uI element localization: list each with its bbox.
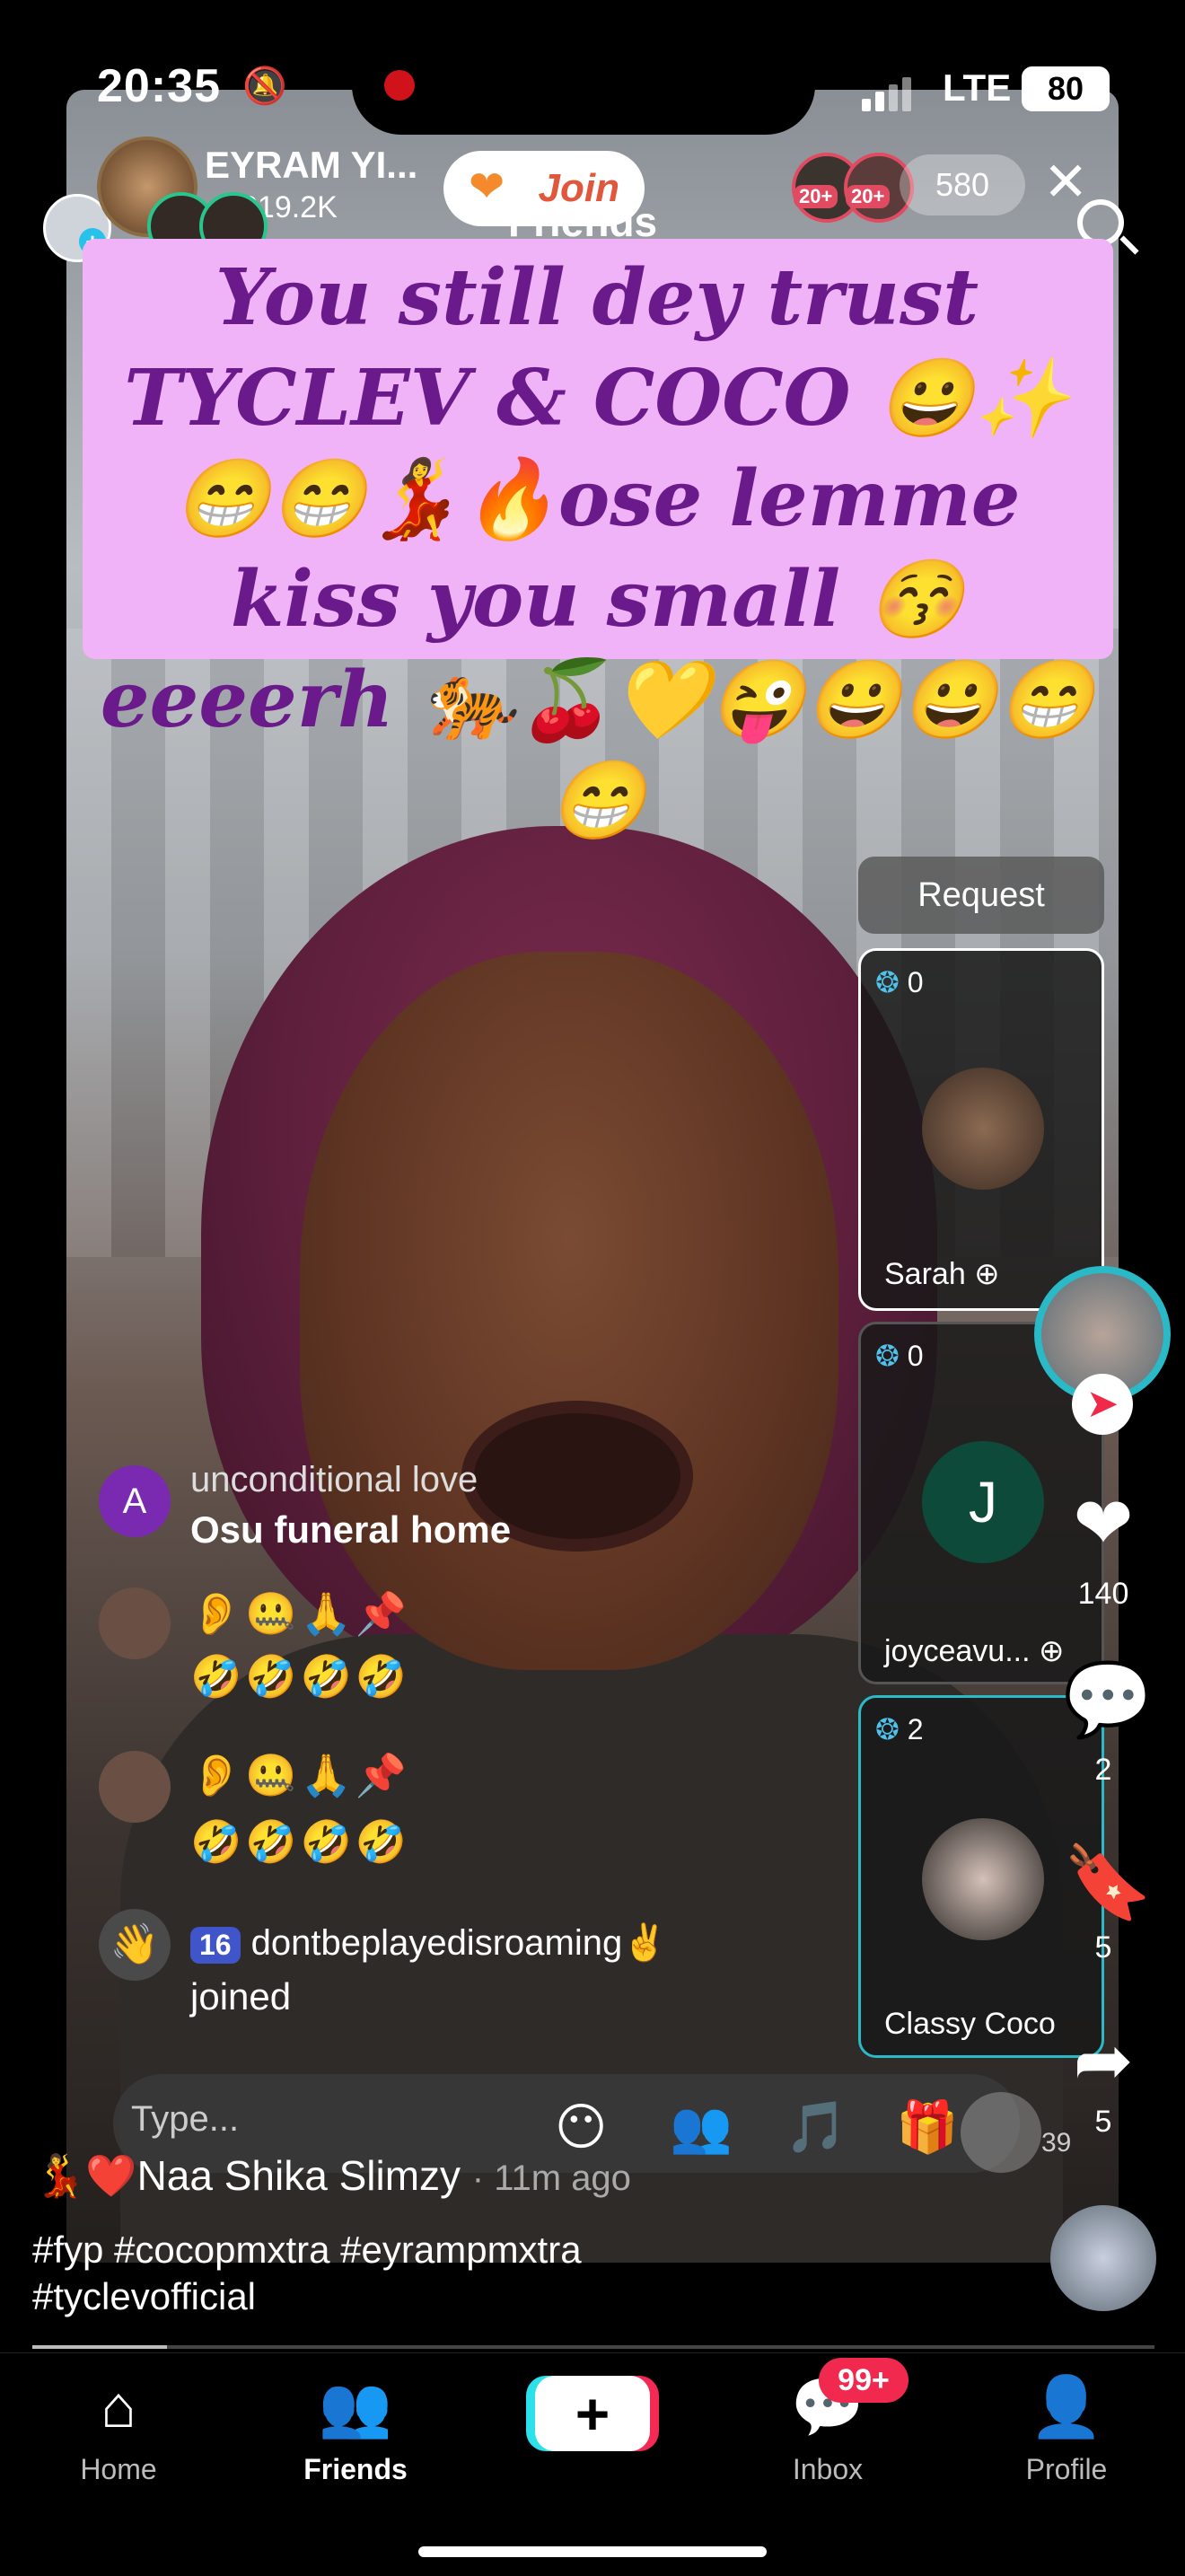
guest-name: Sarah ⊕ xyxy=(884,1257,1000,1291)
streamer-face xyxy=(300,952,838,1670)
like-icon[interactable]: ❤ xyxy=(1063,1481,1144,1565)
inbox-badge: 99+ xyxy=(819,2358,908,2403)
friends-icon: 👥 xyxy=(318,2373,393,2440)
home-icon: ⌂ xyxy=(101,2373,136,2440)
wave-icon: 👋 xyxy=(99,1909,171,1981)
guest-avatar xyxy=(922,1068,1044,1190)
live-redirect-icon[interactable]: ➤ xyxy=(1072,1374,1133,1435)
home-indicator xyxy=(418,2546,767,2557)
battery-indicator: 80 xyxy=(1022,66,1110,111)
author-line[interactable]: 💃❤️Naa Shika Slimzy · 11m ago xyxy=(34,2151,631,2201)
gift-icon[interactable]: 🎁 xyxy=(896,2097,959,2157)
guest-name: Classy Coco xyxy=(884,2007,1056,2041)
viewer-badge-2: 20+ xyxy=(846,185,891,208)
gem-score: ❂ 0 xyxy=(875,966,924,998)
guest-tile-sarah[interactable]: ❂ 0 Sarah ⊕ xyxy=(858,948,1104,1311)
chat-message: 👂🤐🙏📌 xyxy=(190,1590,411,1637)
bell-off-icon: 🔕 xyxy=(242,66,287,106)
chat-username[interactable]: dontbeplayedisroaming✌️ xyxy=(251,1923,667,1963)
post-time: · 11m ago xyxy=(471,2158,631,2198)
share-icon[interactable]: ➦ xyxy=(1063,2018,1144,2102)
guest-name: joyceavu... ⊕ xyxy=(884,1634,1065,1668)
author-name[interactable]: Naa Shika Slimzy xyxy=(137,2152,461,2199)
gem-score: ❂ 0 xyxy=(875,1340,924,1372)
chat-message: Osu funeral home xyxy=(190,1508,512,1551)
promo-icon[interactable]: 🎵 xyxy=(785,2097,847,2157)
create-button[interactable]: + xyxy=(535,2376,650,2451)
tab-label: Inbox xyxy=(792,2453,864,2485)
level-badge: 16 xyxy=(190,1927,241,1964)
network-type: LTE xyxy=(943,66,1012,109)
guest-initial-avatar: J xyxy=(922,1441,1044,1563)
gift-count: 39 xyxy=(1041,2128,1072,2158)
rose-gift-button[interactable] xyxy=(961,2092,1041,2173)
chat-avatar[interactable]: A xyxy=(99,1465,171,1537)
chat-avatar[interactable] xyxy=(99,1751,171,1823)
chat-message: 👂🤐🙏📌 xyxy=(190,1752,411,1798)
join-text: joined xyxy=(190,1975,292,2018)
tab-label: Home xyxy=(80,2453,157,2485)
guest-avatar xyxy=(922,1818,1044,1940)
video-progress-track[interactable] xyxy=(32,2345,1154,2349)
chat-message: 🤣🤣🤣🤣 xyxy=(190,1818,411,1865)
chat-message: 🤣🤣🤣🤣 xyxy=(190,1653,411,1700)
viewer-badge-1: 20+ xyxy=(794,185,838,208)
bookmark-icon[interactable]: 🔖 xyxy=(1063,1841,1153,1925)
chat-avatar[interactable] xyxy=(99,1587,171,1659)
heart-plus-icon: ❤ xyxy=(469,163,505,211)
join-event: 16 dontbeplayedisroaming✌️ xyxy=(190,1921,667,1964)
video-progress-fill xyxy=(32,2345,167,2349)
dynamic-island xyxy=(352,36,815,135)
tab-friends[interactable]: 👥 Friends xyxy=(284,2370,427,2486)
like-count: 140 xyxy=(1077,1577,1129,1611)
request-button[interactable]: Request xyxy=(858,857,1104,934)
tab-home[interactable]: ⌂ Home xyxy=(47,2370,190,2486)
tab-label: Friends xyxy=(303,2453,408,2485)
signal-icon xyxy=(862,77,916,111)
emoji-icon[interactable]: 😶 xyxy=(555,2097,607,2157)
tab-profile[interactable]: 👤 Profile xyxy=(995,2370,1138,2486)
save-count: 5 xyxy=(1094,1930,1112,1965)
status-time: 20:35 xyxy=(97,60,221,112)
profile-icon: 👤 xyxy=(1029,2373,1104,2440)
sound-avatar[interactable] xyxy=(1050,2205,1156,2311)
close-icon[interactable]: ✕ xyxy=(1043,151,1088,214)
viewer-count[interactable]: 580 xyxy=(900,154,1025,215)
tab-label: Profile xyxy=(1025,2453,1108,2485)
gem-score: ❂ 2 xyxy=(875,1713,924,1745)
comment-input[interactable]: Type... xyxy=(131,2099,239,2140)
comment-count: 2 xyxy=(1094,1753,1112,1787)
hashtags[interactable]: #fyp #cocopmxtra #eyrampmxtra #tyclevoff… xyxy=(32,2227,715,2320)
multi-guest-icon[interactable]: 👥 xyxy=(670,2097,733,2157)
host-name[interactable]: EYRAM YI... xyxy=(205,144,417,187)
author-emoji: 💃❤️ xyxy=(34,2152,137,2199)
comment-icon[interactable]: 💬 xyxy=(1063,1657,1153,1742)
share-count: 5 xyxy=(1094,2105,1112,2139)
chat-username[interactable]: unconditional love xyxy=(190,1460,478,1500)
caption-text: You still dey trust TYCLEV & COCO 😀✨😁😁💃🔥… xyxy=(100,252,1094,846)
recording-dot-icon xyxy=(384,70,415,101)
